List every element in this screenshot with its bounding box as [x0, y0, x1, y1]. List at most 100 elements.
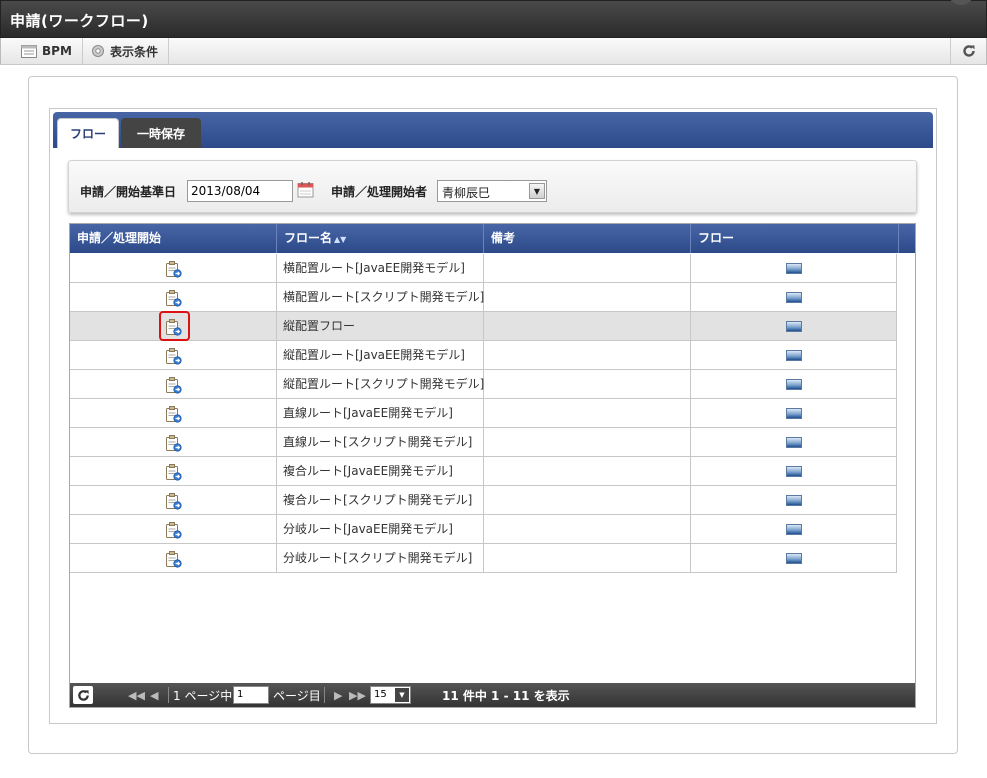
start-cell [70, 341, 277, 370]
flow-image-icon[interactable] [785, 466, 802, 477]
flow-name-cell: 複合ルート[JavaEE開発モデル] [277, 457, 484, 486]
flow-cell [691, 544, 897, 573]
header-flow[interactable]: フロー [691, 224, 899, 253]
start-application-icon[interactable] [164, 521, 182, 539]
pager-page-suffix: ページ目 [273, 688, 321, 703]
start-cell [70, 428, 277, 457]
start-application-icon[interactable] [164, 347, 182, 365]
table-row[interactable]: 横配置ルート[スクリプト開発モデル] [70, 283, 897, 312]
display-conditions-button[interactable]: 表示条件 [81, 38, 170, 64]
first-page-icon[interactable]: ◀◀ [128, 687, 145, 703]
remarks-cell [484, 457, 691, 486]
refresh-button[interactable] [950, 38, 986, 64]
table-row[interactable]: 横配置ルート[JavaEE開発モデル] [70, 254, 897, 283]
header-start[interactable]: 申請／処理開始 [70, 224, 277, 253]
start-cell [70, 283, 277, 312]
page-size-select[interactable]: 15 ▼ [370, 686, 411, 704]
flow-name-cell: 複合ルート[スクリプト開発モデル] [277, 486, 484, 515]
pager-refresh-button[interactable] [73, 686, 93, 704]
tab-flow[interactable]: フロー [57, 118, 119, 148]
flow-cell [691, 254, 897, 283]
window-titlebar: 申請(ワークフロー) [0, 0, 987, 38]
user-select[interactable]: 青柳辰巳 ▼ [437, 180, 547, 202]
pager-summary: 11 件中 1 - 11 を表示 [442, 688, 570, 703]
prev-page-icon[interactable]: ◀ [150, 687, 158, 703]
date-input[interactable] [187, 180, 293, 202]
user-select-value: 青柳辰巳 [442, 186, 491, 200]
display-conditions-label: 表示条件 [110, 44, 159, 59]
start-cell [70, 486, 277, 515]
pager-page-prefix: 1 ページ中 [173, 688, 233, 703]
flow-image-icon[interactable] [785, 553, 802, 564]
table-row[interactable]: 縦配置ルート[JavaEE開発モデル] [70, 341, 897, 370]
flow-name-cell: 直線ルート[スクリプト開発モデル] [277, 428, 484, 457]
flow-name-cell: 分岐ルート[JavaEE開発モデル] [277, 515, 484, 544]
start-cell [70, 544, 277, 573]
start-application-icon[interactable] [164, 550, 182, 568]
flow-image-icon[interactable] [785, 350, 802, 361]
remarks-cell [484, 312, 691, 341]
flow-name-cell: 直線ルート[JavaEE開発モデル] [277, 399, 484, 428]
table-row[interactable]: 複合ルート[スクリプト開発モデル] [70, 486, 897, 515]
table-row[interactable]: 分岐ルート[JavaEE開発モデル] [70, 515, 897, 544]
bpm-button[interactable]: BPM [11, 38, 83, 64]
flow-name-cell: 縦配置ルート[スクリプト開発モデル] [277, 370, 484, 399]
flow-image-icon[interactable] [785, 495, 802, 506]
start-cell [70, 311, 277, 341]
flow-image-icon[interactable] [785, 263, 802, 274]
start-application-icon[interactable] [164, 434, 182, 452]
flow-image-icon[interactable] [785, 292, 802, 303]
toolbar: BPM 表示条件 [0, 38, 987, 65]
tab-temporary-save[interactable]: 一時保存 [121, 118, 201, 148]
table-row[interactable]: 分岐ルート[スクリプト開発モデル] [70, 544, 897, 573]
start-application-icon[interactable] [164, 405, 182, 423]
remarks-cell [484, 341, 691, 370]
start-application-icon[interactable] [164, 492, 182, 510]
start-application-icon[interactable] [164, 260, 182, 278]
header-flow-name-label: フロー名 [284, 231, 333, 245]
bpm-label: BPM [42, 44, 72, 58]
flow-cell [691, 428, 897, 457]
next-page-icon[interactable]: ▶ [334, 687, 342, 703]
tab-bar: フロー 一時保存 [53, 112, 933, 148]
window-corner-decoration [948, 0, 974, 5]
start-application-icon[interactable] [164, 289, 182, 307]
flow-cell [691, 486, 897, 515]
pager-divider [324, 687, 325, 703]
header-flow-name[interactable]: フロー名 ▲▼ [277, 224, 484, 253]
remarks-cell [484, 486, 691, 515]
last-page-icon[interactable]: ▶▶ [349, 687, 366, 703]
refresh-icon [77, 689, 89, 701]
sort-icon: ▲▼ [334, 235, 347, 244]
flow-cell [691, 283, 897, 312]
calendar-icon[interactable] [297, 181, 314, 198]
flow-image-icon[interactable] [785, 437, 802, 448]
start-application-icon[interactable] [164, 376, 182, 394]
gear-icon [92, 45, 104, 57]
start-cell [70, 457, 277, 486]
table-row[interactable]: 縦配置フロー [70, 311, 897, 341]
remarks-cell [484, 370, 691, 399]
flow-image-icon[interactable] [785, 379, 802, 390]
start-application-icon[interactable] [164, 463, 182, 481]
window-title: 申請(ワークフロー) [10, 12, 149, 30]
remarks-cell [484, 515, 691, 544]
table-row[interactable]: 複合ルート[JavaEE開発モデル] [70, 457, 897, 486]
flow-name-cell: 縦配置フロー [277, 312, 484, 341]
pager-divider [168, 687, 169, 703]
page-size-value: 15 [374, 689, 387, 700]
flow-image-icon[interactable] [785, 524, 802, 535]
flow-image-icon[interactable] [785, 408, 802, 419]
table-row[interactable]: 直線ルート[スクリプト開発モデル] [70, 428, 897, 457]
header-remarks[interactable]: 備考 [484, 224, 691, 253]
flow-cell [691, 370, 897, 399]
table-row[interactable]: 直線ルート[JavaEE開発モデル] [70, 399, 897, 428]
flow-grid: 申請／処理開始 フロー名 ▲▼ 備考 フロー 横配置ルート[JavaEE開発モデル… [69, 223, 916, 708]
flow-image-icon[interactable] [785, 321, 802, 332]
remarks-cell [484, 428, 691, 457]
chevron-down-icon[interactable]: ▼ [529, 183, 545, 199]
start-cell [70, 254, 277, 283]
table-row[interactable]: 縦配置ルート[スクリプト開発モデル] [70, 370, 897, 399]
remarks-cell [484, 283, 691, 312]
page-number-input[interactable]: 1 [233, 686, 269, 704]
